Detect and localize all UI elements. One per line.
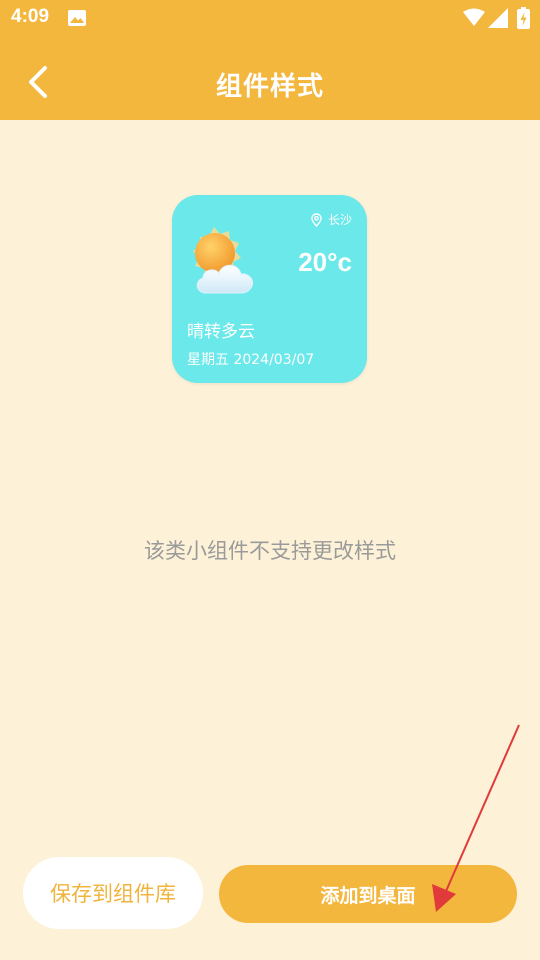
signal-icon [488,8,508,32]
page-title: 组件样式 [215,72,324,102]
sun-cloud-icon [184,225,264,303]
widget-temperature: 20°c [298,247,352,277]
battery-charging-icon [517,7,530,33]
location-pin-icon [311,212,322,227]
weather-widget-preview[interactable]: 长沙 20°c 晴转多云 星期五 2024/03/07 [172,195,367,383]
widget-condition: 晴转多云 [187,322,255,342]
status-time: 4:09 [11,6,50,27]
status-bar: 4:09 [0,0,540,38]
app-bar: 组件样式 [0,38,540,120]
add-to-desktop-button[interactable]: 添加到桌面 [219,865,517,923]
widget-location-label: 长沙 [327,213,352,227]
wifi-icon [463,8,485,30]
widget-location: 长沙 [311,211,352,228]
annotation-arrow [432,724,520,912]
photo-icon [68,10,86,30]
save-to-library-button[interactable]: 保存到组件库 [23,857,203,929]
widget-date: 星期五 2024/03/07 [187,352,315,368]
unsupported-style-message: 该类小组件不支持更改样式 [144,539,396,563]
